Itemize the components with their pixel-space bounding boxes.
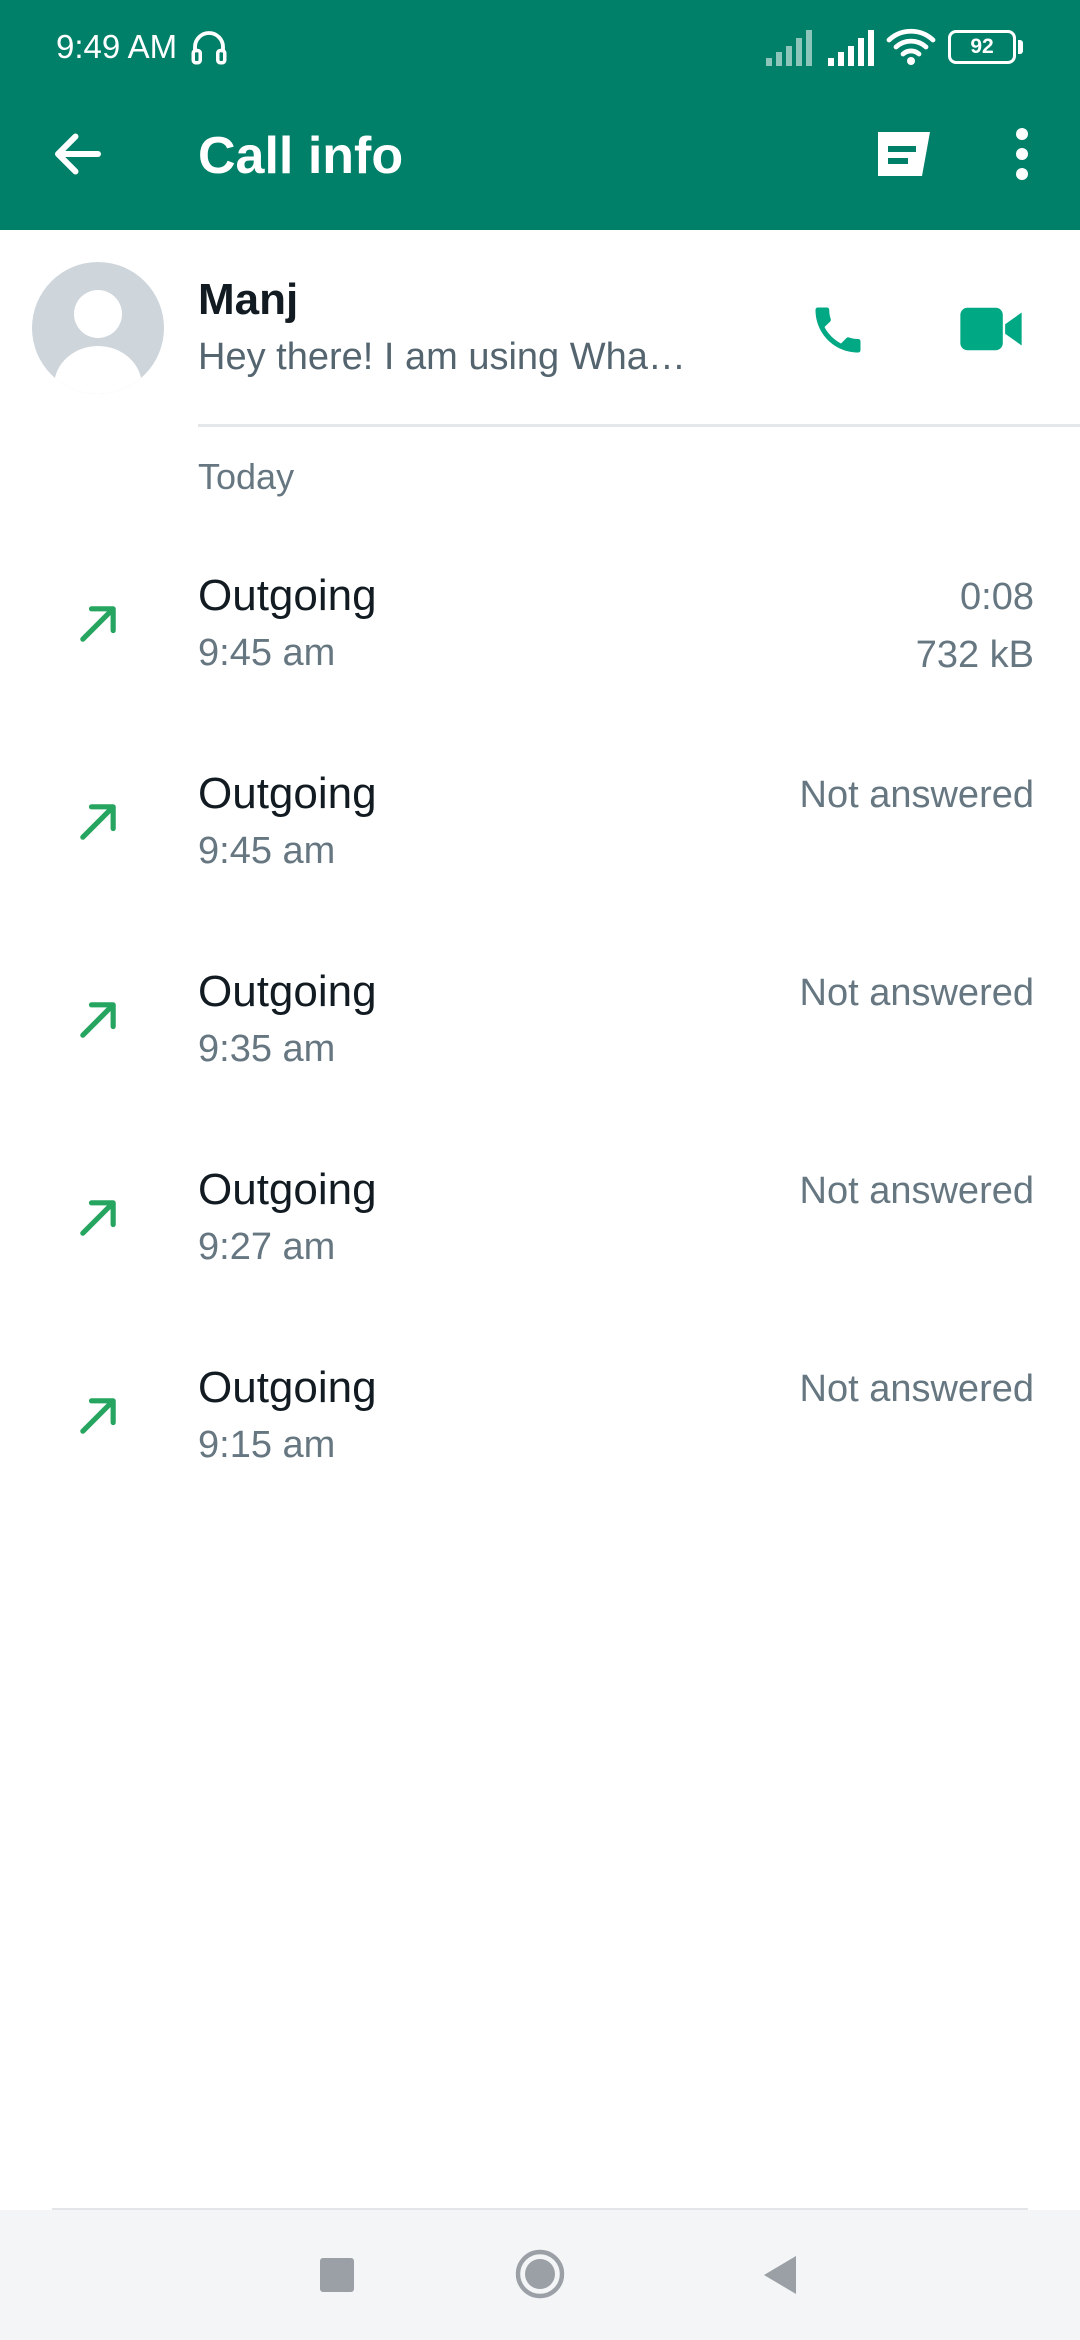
call-log-item: Outgoing 9:45 am Not answered xyxy=(0,724,1080,922)
outgoing-call-arrow-icon xyxy=(80,1002,116,1038)
battery-tip xyxy=(1018,40,1023,54)
signal-strength-icon xyxy=(766,30,812,66)
contact-status: Hey there! I am using Wha… xyxy=(198,336,686,378)
avatar[interactable] xyxy=(32,262,164,394)
call-status: Not answered xyxy=(799,1170,1034,1212)
call-log-item: Outgoing 9:27 am Not answered xyxy=(0,1120,1080,1318)
contact-row[interactable]: Manj Hey there! I am using Wha… xyxy=(0,230,1080,426)
back-icon[interactable] xyxy=(760,2254,800,2296)
app-header: 9:49 AM 92 Call info xyxy=(0,0,1080,230)
outgoing-call-arrow-icon xyxy=(80,606,116,642)
battery-indicator: 92 xyxy=(948,30,1016,64)
call-direction: Outgoing xyxy=(198,769,377,818)
back-arrow-icon[interactable] xyxy=(48,124,108,184)
page-title: Call info xyxy=(198,127,404,185)
call-time: 9:45 am xyxy=(198,830,336,872)
video-call-icon[interactable] xyxy=(958,304,1024,354)
home-icon[interactable] xyxy=(514,2248,566,2300)
call-time: 9:27 am xyxy=(198,1226,336,1268)
headset-icon xyxy=(191,31,227,65)
call-direction: Outgoing xyxy=(198,1363,377,1412)
status-bar: 9:49 AM 92 xyxy=(0,0,1080,96)
call-status: Not answered xyxy=(799,1368,1034,1410)
call-direction: Outgoing xyxy=(198,967,377,1016)
call-status: Not answered xyxy=(799,774,1034,816)
call-duration: 0:08 xyxy=(960,576,1034,618)
outgoing-call-arrow-icon xyxy=(80,1398,116,1434)
call-log-item: Outgoing 9:15 am Not answered xyxy=(0,1318,1080,1516)
wifi-icon xyxy=(886,28,936,65)
new-message-icon[interactable] xyxy=(872,126,936,182)
recents-icon[interactable] xyxy=(320,2258,354,2292)
signal-strength-icon xyxy=(828,30,874,66)
voice-call-icon[interactable] xyxy=(808,300,868,360)
call-time: 9:35 am xyxy=(198,1028,336,1070)
section-date-label: Today xyxy=(198,456,295,497)
more-options-icon[interactable] xyxy=(1002,124,1042,184)
call-direction: Outgoing xyxy=(198,571,377,620)
call-time: 9:45 am xyxy=(198,632,336,674)
contact-name: Manj xyxy=(198,275,299,324)
call-data-size: 732 kB xyxy=(915,634,1034,676)
battery-level: 92 xyxy=(970,35,994,58)
outgoing-call-arrow-icon xyxy=(80,804,116,840)
divider xyxy=(198,424,1080,427)
outgoing-call-arrow-icon xyxy=(80,1200,116,1236)
default-avatar-icon xyxy=(54,290,142,394)
call-direction: Outgoing xyxy=(198,1165,377,1214)
call-log-list: Outgoing 9:45 am 0:08 732 kB Outgoing 9:… xyxy=(0,526,1080,1516)
call-status: Not answered xyxy=(799,972,1034,1014)
call-log-item: Outgoing 9:35 am Not answered xyxy=(0,922,1080,1120)
status-time: 9:49 AM xyxy=(56,28,178,65)
call-time: 9:15 am xyxy=(198,1424,336,1466)
call-log-item: Outgoing 9:45 am 0:08 732 kB xyxy=(0,526,1080,724)
